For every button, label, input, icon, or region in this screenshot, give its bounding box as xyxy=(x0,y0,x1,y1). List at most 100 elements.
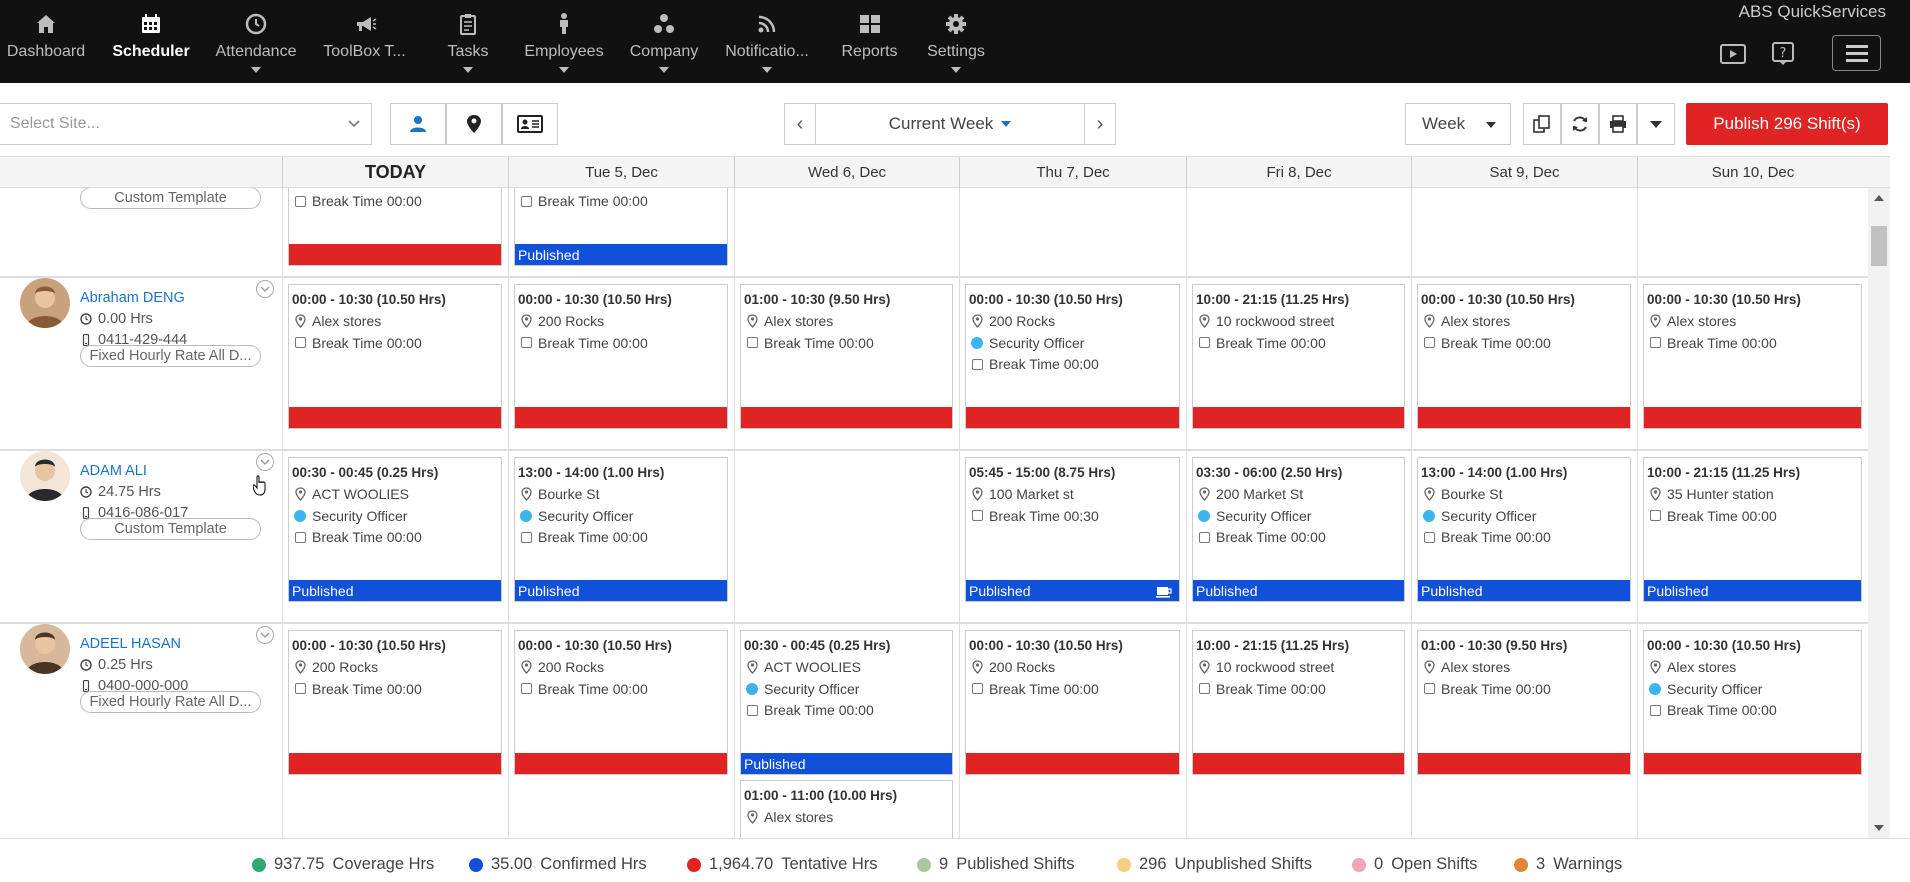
employee-expand-toggle[interactable] xyxy=(256,626,274,644)
view-select[interactable]: Week xyxy=(1405,103,1511,145)
view-select-value: Week xyxy=(1422,114,1466,133)
prev-week-button[interactable]: ‹ xyxy=(784,103,816,145)
shift-card[interactable]: 00:00 - 10:30 (10.50 Hrs) 200 Rocks Securi… xyxy=(965,284,1180,429)
nav-employees[interactable]: Employees xyxy=(524,0,604,83)
video-icon[interactable] xyxy=(1720,44,1746,64)
view-by-employee-button[interactable] xyxy=(390,103,446,145)
publish-shifts-button[interactable]: Publish 296 Shift(s) xyxy=(1686,103,1888,145)
help-icon[interactable]: ? xyxy=(1772,42,1794,66)
shift-location: Alex stores xyxy=(744,809,833,825)
scroll-down-icon[interactable] xyxy=(1874,824,1884,832)
shift-card[interactable]: 00:00 - 10:30 (10.50 Hrs) Alex stores Brea… xyxy=(288,284,502,429)
status-unpublished-bar xyxy=(289,407,501,428)
copy-button[interactable] xyxy=(1523,103,1561,145)
shift-card[interactable]: 00:00 - 10:30 (10.50 Hrs) Alex stores Brea… xyxy=(1417,284,1631,429)
shift-card[interactable]: 10:00 - 21:15 (11.25 Hrs) 10 rockwood str… xyxy=(1192,630,1405,775)
legend-confirmed-hrs: 35.00 Confirmed Hrs xyxy=(469,855,647,874)
employee-template-tag[interactable]: Custom Template xyxy=(80,188,261,209)
next-week-button[interactable]: › xyxy=(1084,103,1116,145)
shift-line-text: Break Time 00:00 xyxy=(1667,702,1777,718)
role-dot-icon xyxy=(292,509,308,522)
shift-time: 13:00 - 14:00 (1.00 Hrs) xyxy=(1421,465,1568,480)
employee-pay-tag[interactable]: Custom Template xyxy=(80,518,261,540)
shift-card[interactable]: Break Time 00:00 xyxy=(288,188,502,266)
view-by-location-button[interactable] xyxy=(446,103,502,145)
shift-time: 01:00 - 10:30 (9.50 Hrs) xyxy=(744,292,891,307)
print-icon xyxy=(1610,115,1626,133)
menu-button[interactable] xyxy=(1832,35,1881,71)
role-dot-icon xyxy=(1421,509,1437,522)
shift-time: 03:30 - 06:00 (2.50 Hrs) xyxy=(1196,465,1343,480)
shift-card[interactable]: 01:00 - 10:30 (9.50 Hrs) Alex stores Break… xyxy=(1417,630,1631,775)
employee-name[interactable]: ADEEL HASAN xyxy=(80,636,181,652)
employee-expand-toggle[interactable] xyxy=(256,280,274,298)
site-select[interactable]: Select Site... xyxy=(0,103,372,145)
shift-card[interactable]: 00:30 - 00:45 (0.25 Hrs) ACT WOOLIES Secur… xyxy=(288,457,502,602)
employee-hours: 0.00 Hrs xyxy=(80,311,153,327)
megaphone-icon xyxy=(356,17,376,31)
shift-card[interactable]: 05:45 - 15:00 (8.75 Hrs) 100 Market st Bre… xyxy=(965,457,1180,602)
scrollbar-thumb[interactable] xyxy=(1871,226,1887,266)
row-divider xyxy=(0,449,1868,451)
avatar xyxy=(20,624,70,674)
nav-notifications[interactable]: Notificatio... xyxy=(722,0,812,83)
shift-card[interactable]: 03:30 - 06:00 (2.50 Hrs) 200 Market St Sec… xyxy=(1192,457,1405,602)
shift-line-text: Alex stores xyxy=(764,809,834,825)
shift-card[interactable]: 10:00 - 21:15 (11.25 Hrs) 10 rockwood str… xyxy=(1192,284,1405,429)
employee-hours-value: 24.75 Hrs xyxy=(98,484,161,500)
shift-card[interactable]: 01:00 - 11:00 (10.00 Hrs) Alex stores xyxy=(740,780,953,838)
nav-toolbox[interactable]: ToolBox T... xyxy=(322,0,407,83)
shift-card[interactable]: 00:30 - 00:45 (0.25 Hrs) ACT WOOLIES Secur… xyxy=(740,630,953,775)
legend-value: 3 xyxy=(1536,855,1546,873)
nav-scheduler[interactable]: Scheduler xyxy=(110,0,192,83)
shift-card[interactable]: 00:00 - 10:30 (10.50 Hrs) 200 Rocks Break … xyxy=(288,630,502,775)
employee-expand-toggle[interactable] xyxy=(256,453,274,471)
status-published-bar: Published xyxy=(1644,580,1861,601)
status-label: Published xyxy=(292,583,354,599)
shift-card[interactable]: 00:00 - 10:30 (10.50 Hrs) 200 Rocks Break … xyxy=(514,284,728,429)
map-pin-icon xyxy=(744,810,760,824)
shift-card[interactable]: 10:00 - 21:15 (11.25 Hrs) 35 Hunter stati… xyxy=(1643,457,1862,602)
employee-pay-tag[interactable]: Fixed Hourly Rate All D... xyxy=(80,345,261,367)
status-unpublished-bar xyxy=(741,407,952,428)
shift-card[interactable]: 13:00 - 14:00 (1.00 Hrs) Bourke St Securit… xyxy=(514,457,728,602)
shift-line-text: Security Officer xyxy=(1216,507,1312,524)
shift-card[interactable]: 00:00 - 10:30 (10.50 Hrs) 200 Rocks Break … xyxy=(965,630,1180,775)
refresh-button[interactable] xyxy=(1561,103,1599,145)
shift-card[interactable]: 00:00 - 10:30 (10.50 Hrs) Alex stores Brea… xyxy=(1643,284,1862,429)
role-dot-icon xyxy=(1647,682,1663,695)
shift-card[interactable]: 00:00 - 10:30 (10.50 Hrs) Alex stores Secu… xyxy=(1643,630,1862,775)
legend-label: Published Shifts xyxy=(956,855,1075,873)
print-button[interactable] xyxy=(1599,103,1637,145)
nav-label: Employees xyxy=(524,43,604,60)
shift-card[interactable]: Break Time 00:00 Published xyxy=(514,188,728,266)
nav-settings[interactable]: Settings xyxy=(918,0,994,83)
nav-attendance[interactable]: Attendance xyxy=(211,0,301,83)
shift-line-text: Security Officer xyxy=(764,680,860,697)
employee-name[interactable]: ADAM ALI xyxy=(80,463,147,479)
more-options-button[interactable] xyxy=(1637,103,1675,145)
checkbox-icon xyxy=(292,195,308,207)
checkbox-icon xyxy=(1421,531,1437,543)
nav-tasks[interactable]: Tasks xyxy=(432,0,504,83)
nav-company[interactable]: Company xyxy=(623,0,705,83)
shift-time: 00:00 - 10:30 (10.50 Hrs) xyxy=(969,638,1123,653)
employee-name[interactable]: Abraham DENG xyxy=(80,290,185,306)
chevron-down-icon xyxy=(348,120,360,128)
employee-pay-tag[interactable]: Fixed Hourly Rate All D... xyxy=(80,691,261,713)
vertical-scrollbar[interactable] xyxy=(1868,188,1890,838)
week-selector[interactable]: Current Week xyxy=(815,103,1085,145)
nav-dashboard[interactable]: Dashboard xyxy=(6,0,86,83)
scroll-up-icon[interactable] xyxy=(1874,194,1884,202)
shift-card[interactable]: 00:00 - 10:30 (10.50 Hrs) 200 Rocks Break … xyxy=(514,630,728,775)
nav-label: Tasks xyxy=(447,43,489,60)
map-pin-icon xyxy=(292,487,308,501)
shift-card[interactable]: 01:00 - 10:30 (9.50 Hrs) Alex stores Break… xyxy=(740,284,953,429)
day-header: Tue 5, Dec xyxy=(508,157,734,188)
nav-reports[interactable]: Reports xyxy=(832,0,907,83)
status-published-bar: Published xyxy=(515,244,727,265)
svg-text:?: ? xyxy=(1780,46,1787,61)
view-by-card-button[interactable] xyxy=(502,103,558,145)
shift-card[interactable]: 13:00 - 14:00 (1.00 Hrs) Bourke St Securit… xyxy=(1417,457,1631,602)
brand-name: ABS QuickServices xyxy=(1738,2,1886,21)
